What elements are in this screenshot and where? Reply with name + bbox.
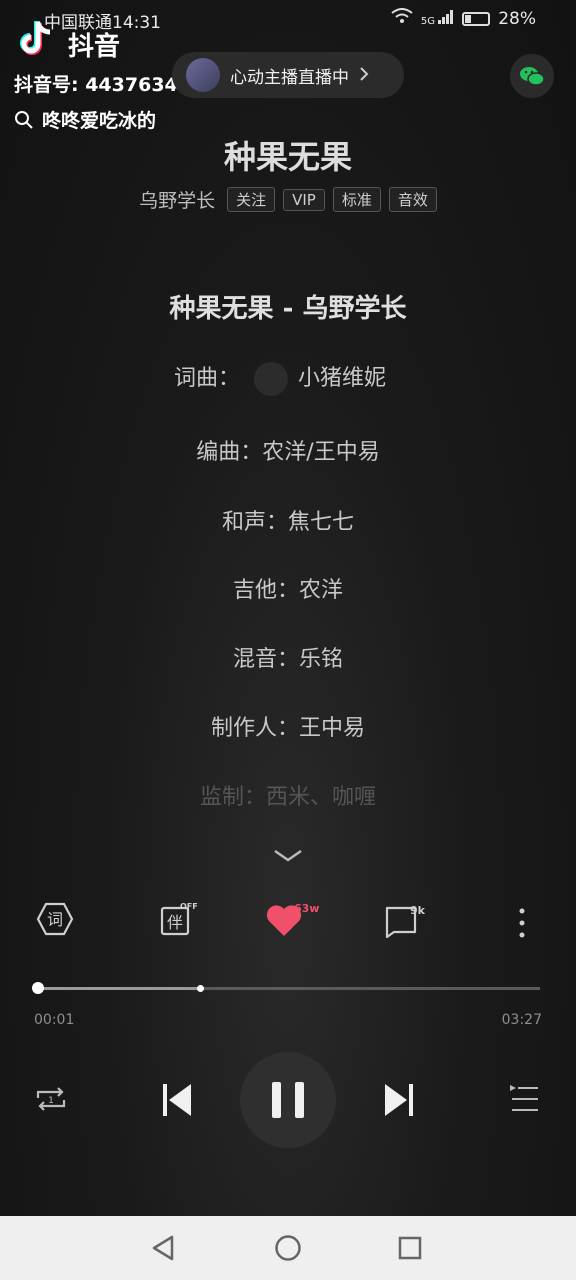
pause-button[interactable]: [240, 1052, 336, 1148]
svg-text:伴: 伴: [167, 913, 183, 932]
lyric-line: 吉他：农洋: [232, 578, 344, 603]
quality-tag[interactable]: 标准: [332, 187, 381, 212]
like-count: 63w: [294, 902, 320, 915]
wechat-share-button[interactable]: [510, 54, 554, 98]
comment-button[interactable]: 9k: [384, 900, 425, 942]
progress-thumb[interactable]: [32, 982, 44, 994]
buffer-bar: [38, 987, 204, 990]
more-options-button[interactable]: [510, 900, 534, 944]
pause-icon: [272, 1082, 304, 1118]
lyrics-hexagon-icon: 词: [36, 902, 74, 936]
lyric-line: 和声：焦七七: [221, 510, 355, 535]
repeat-mode-button[interactable]: 1: [34, 1084, 68, 1118]
playlist-button[interactable]: [508, 1084, 540, 1118]
douyin-logo-icon: [16, 18, 58, 60]
douyin-search-hint: 咚咚爱吃冰的: [14, 106, 156, 133]
collapse-lyrics-button[interactable]: [272, 846, 304, 866]
skip-next-icon: [385, 1084, 413, 1116]
battery-icon: [462, 11, 491, 26]
wechat-icon: [520, 67, 545, 86]
accompany-off-badge: OFF: [180, 902, 198, 911]
sound-effect-tag[interactable]: 音效: [388, 187, 437, 212]
lyricist-avatar[interactable]: [254, 362, 288, 396]
like-button[interactable]: 63w: [264, 900, 319, 944]
artist-name[interactable]: 乌野学长: [139, 186, 215, 213]
playback-controls: 1: [0, 1052, 576, 1152]
song-title: 种果无果: [223, 138, 352, 176]
svg-text:词: 词: [47, 910, 63, 929]
skip-previous-icon: [163, 1084, 191, 1116]
chevron-right-icon: [359, 65, 369, 86]
status-right: 5G 28%: [391, 8, 536, 29]
lyrics-toggle-button[interactable]: 词: [36, 900, 74, 942]
song-meta-row: 乌野学长 关注 VIP 标准 音效: [0, 186, 576, 213]
more-vertical-icon: [519, 908, 525, 938]
nav-home-button[interactable]: [274, 1234, 302, 1266]
total-time: 03:27: [501, 1012, 542, 1028]
repeat-icon: 1: [36, 1087, 66, 1111]
lyric-line: 混音：乐铭: [232, 647, 344, 672]
lyric-line: 监制：西米、咖喱: [199, 785, 377, 810]
action-bar: 词 伴 OFF 63w 9k: [0, 900, 576, 950]
home-circle-icon: [275, 1235, 301, 1261]
current-time: 00:01: [34, 1012, 75, 1028]
lyrics-heading: 种果无果 - 乌野学长: [169, 294, 407, 324]
search-icon: [15, 110, 33, 129]
follow-tag[interactable]: 关注: [227, 187, 276, 212]
accompany-toggle-button[interactable]: 伴 OFF: [160, 900, 198, 942]
streamer-avatar: [186, 58, 220, 92]
progress-track[interactable]: [38, 987, 540, 990]
lyric-line: 词曲： 小猪维妮: [0, 360, 568, 396]
back-triangle-icon: [152, 1235, 174, 1261]
playlist-icon: [510, 1085, 538, 1111]
previous-track-button[interactable]: [160, 1082, 194, 1122]
nav-recents-button[interactable]: [396, 1234, 424, 1266]
progress-marker: [197, 985, 204, 992]
player-background: [0, 0, 576, 1216]
vip-tag[interactable]: VIP: [283, 188, 325, 211]
nav-back-button[interactable]: [150, 1234, 178, 1266]
recents-square-icon: [398, 1236, 422, 1260]
next-track-button[interactable]: [382, 1082, 416, 1122]
live-banner[interactable]: 心动主播直播中: [172, 52, 404, 98]
wifi-icon: [391, 8, 413, 29]
battery-percent: 28%: [498, 8, 536, 29]
system-nav-bar: [0, 1216, 576, 1280]
chevron-down-icon: [274, 849, 302, 862]
svg-text:1: 1: [48, 1096, 54, 1106]
douyin-app-name: 抖音: [68, 32, 121, 62]
lyric-line: 制作人：王中易: [210, 716, 366, 741]
lyric-line: 编曲：农洋/王中易: [196, 440, 380, 465]
signal-icon: 5G: [421, 10, 454, 27]
search-text: 咚咚爱吃冰的: [42, 110, 157, 132]
comment-count: 9k: [410, 904, 425, 917]
live-banner-text: 心动主播直播中: [230, 67, 349, 88]
